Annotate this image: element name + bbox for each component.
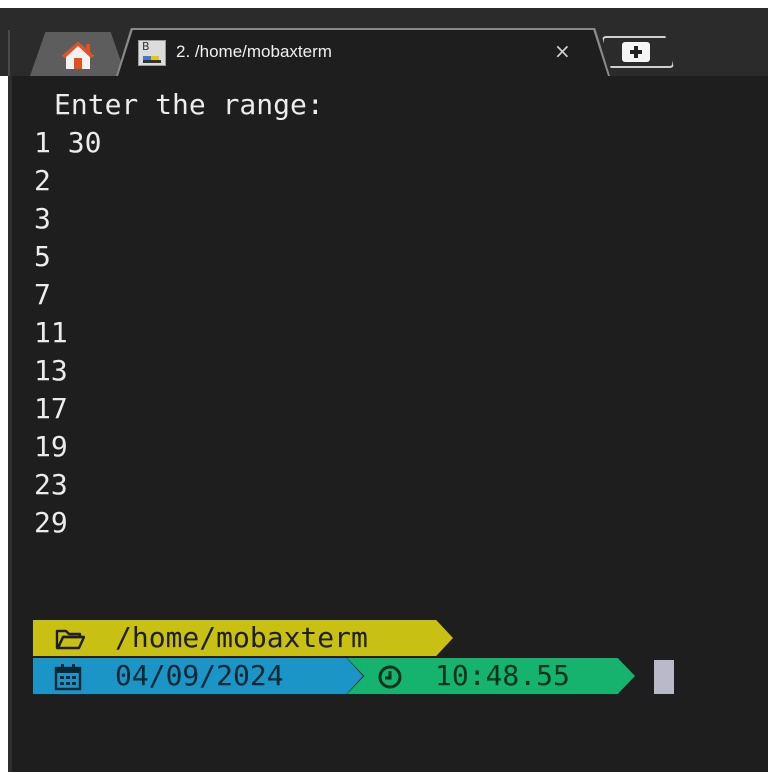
tab-bar-separator [8,30,10,76]
output-line: 17 [34,392,68,425]
new-tab-button[interactable] [602,36,674,68]
prompt-time-text: 10:48.55 [435,659,570,692]
output-line: 23 [34,468,68,501]
session-icon-bar-dark [143,60,161,63]
window-right-edge [768,0,776,76]
clock-icon [378,665,402,689]
home-tab[interactable] [30,32,126,76]
close-tab-button[interactable]: × [554,39,571,63]
calendar-icon [54,664,82,691]
session-icon-letter: B [142,40,150,53]
output-line: 11 [34,316,68,349]
output-line: 19 [34,430,68,463]
terminal-cursor [654,660,674,694]
terminal-left-border [8,76,12,772]
window-top-edge [0,0,776,8]
session-tab[interactable]: B 2. /home/mobaxterm × [118,30,608,76]
output-line: 5 [34,240,51,273]
output-line: 3 [34,202,51,235]
prompt-path-segment: /home/mobaxterm [33,620,453,656]
mobaxterm-window: B 2. /home/mobaxterm × Enter the range: … [0,0,776,772]
tab-bar: B 2. /home/mobaxterm × [0,0,776,76]
program-prompt: Enter the range: [54,88,324,121]
terminal-area[interactable]: Enter the range: 1 30 2 3 5 7 11 13 17 1… [8,76,768,772]
folder-icon [55,629,85,650]
prompt-path-text: /home/mobaxterm [115,621,368,654]
prompt-date-segment: 04/09/2024 [33,658,363,694]
home-icon [62,42,94,69]
plus-icon [622,42,650,62]
output-line: 13 [34,354,68,387]
prompt-date-text: 04/09/2024 [115,659,284,692]
output-line: 7 [34,278,51,311]
output-line: 29 [34,506,68,539]
terminal-session-icon: B [138,40,166,66]
user-input-line: 1 30 [34,126,102,159]
session-tab-title: 2. /home/mobaxterm [176,42,332,61]
prompt-time-segment: 10:48.55 [347,658,635,694]
output-line: 2 [34,164,51,197]
